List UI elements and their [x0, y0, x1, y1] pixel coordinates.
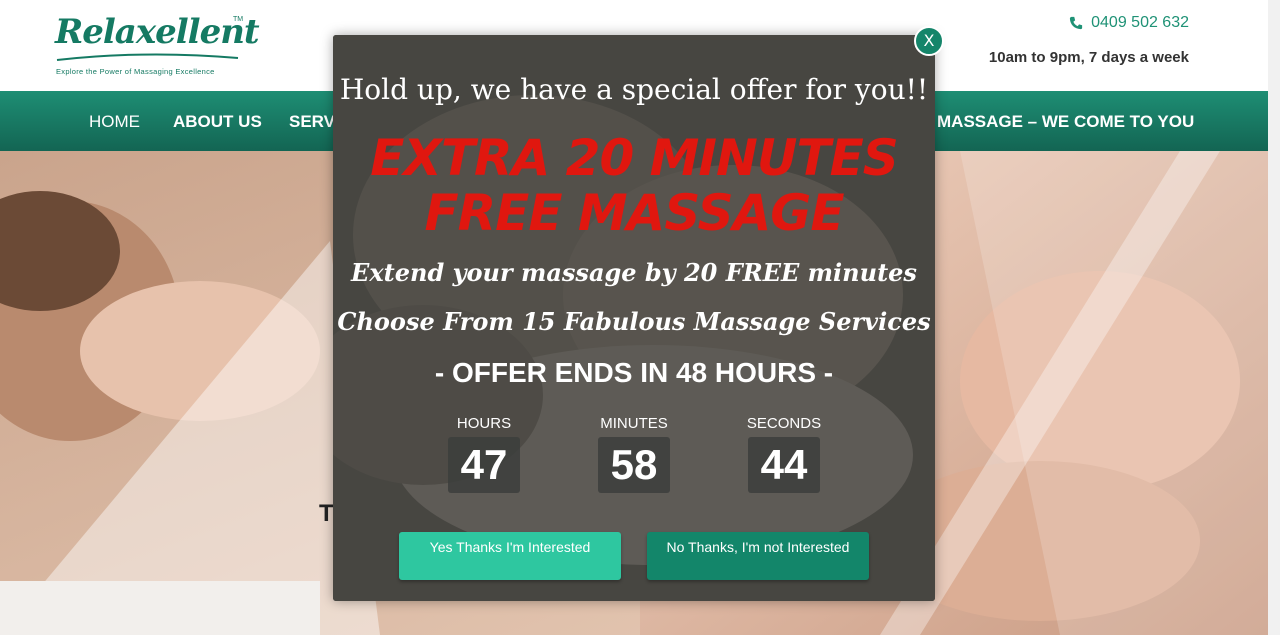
- countdown-hours-label: HOURS: [456, 415, 512, 432]
- site-logo[interactable]: Relaxellent TM Explore the Power of Mass…: [55, 12, 260, 78]
- phone-number: 0409 502 632: [1091, 14, 1189, 31]
- countdown-seconds-label: SECONDS: [746, 415, 822, 432]
- logo-trademark: TM: [233, 16, 244, 23]
- close-popup-button[interactable]: X: [914, 26, 944, 56]
- countdown-hours: 47: [448, 437, 520, 493]
- yes-interested-button[interactable]: Yes Thanks I'm Interested: [399, 532, 621, 580]
- offer-choose-text: Choose From 15 Fabulous Massage Services: [337, 307, 931, 336]
- phone-link[interactable]: 0409 502 632: [989, 14, 1189, 32]
- countdown-seconds: 44: [748, 437, 820, 493]
- hero-caption: T: [319, 500, 334, 527]
- logo-tagline: Explore the Power of Massaging Excellenc…: [56, 67, 215, 76]
- nav-about-us[interactable]: ABOUT US: [173, 112, 262, 132]
- opening-hours: 10am to 9pm, 7 days a week: [988, 49, 1189, 66]
- offer-title: EXTRA 20 MINUTES FREE MASSAGE: [370, 129, 898, 242]
- countdown-minutes: 58: [598, 437, 670, 493]
- logo-swoosh-icon: [56, 53, 239, 61]
- phone-icon: [1070, 16, 1083, 30]
- special-offer-popup: Hold up, we have a special offer for you…: [333, 35, 935, 601]
- header-contact: 0409 502 632 10am to 9pm, 7 days a week: [989, 14, 1189, 66]
- offer-extend-text: Extend your massage by 20 FREE minutes: [351, 258, 917, 287]
- nav-home[interactable]: HOME: [89, 112, 140, 132]
- offer-deadline: - OFFER ENDS IN 48 HOURS -: [434, 357, 834, 388]
- page-scrollbar[interactable]: [1268, 0, 1280, 635]
- not-interested-button[interactable]: No Thanks, I'm not Interested: [647, 532, 869, 580]
- logo-wordmark: Relaxellent: [55, 12, 260, 52]
- countdown-minutes-label: MINUTES: [600, 415, 668, 432]
- nav-mobile-massage[interactable]: MASSAGE – WE COME TO YOU: [937, 112, 1194, 132]
- popup-headline: Hold up, we have a special offer for you…: [339, 73, 929, 106]
